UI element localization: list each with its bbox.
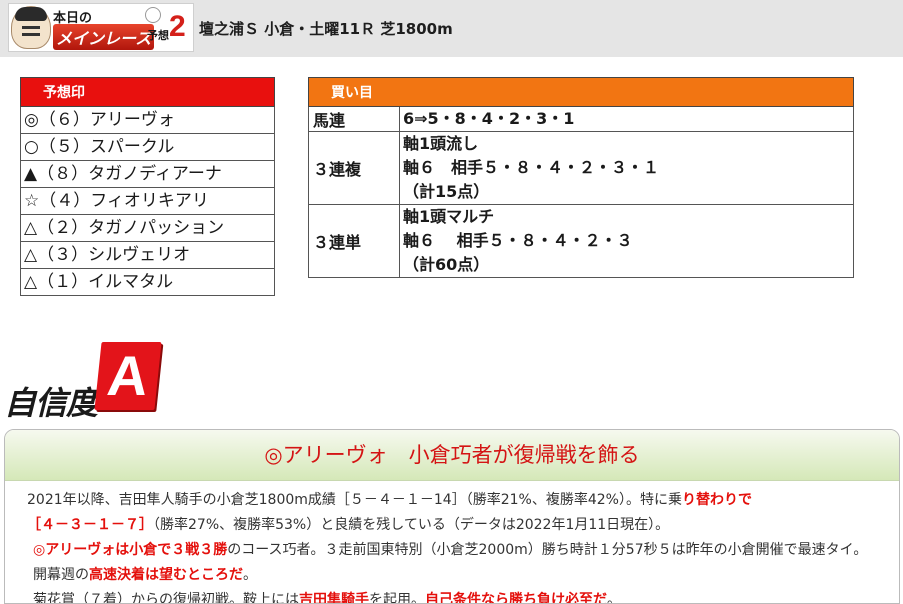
- bets-table: 買い目 馬連 6⇒5・8・4・2・3・1 ３連複 軸1頭流し 軸６ 相手５・８・…: [308, 77, 854, 278]
- bet-row-umaren: 馬連 6⇒5・8・4・2・3・1: [308, 107, 854, 132]
- logo-sub-text: 予想: [147, 29, 169, 42]
- bet-line: （計15点）: [403, 182, 490, 201]
- comment-highlight: 高速決着は望むところだ: [89, 567, 243, 583]
- prediction-row: ☆（４）フィオリキアリ: [20, 188, 275, 215]
- prediction-row: △（１）イルマタル: [20, 269, 275, 296]
- comment-paragraph: ◎アリーヴォは小倉で３戦３勝のコース巧者。３走前国東特別（小倉芝2000m）勝ち…: [27, 538, 877, 588]
- bet-line: （計60点）: [403, 255, 490, 274]
- bet-row-sanrentan: ３連単 軸1頭マルチ 軸６ 相手５・８・４・２・３ （計60点）: [308, 205, 854, 278]
- comment-text: を起用。: [369, 592, 425, 604]
- bet-row-sanrenpuku: ３連複 軸1頭流し 軸６ 相手５・８・４・２・３・１ （計15点）: [308, 132, 854, 205]
- comment-text: 。: [243, 567, 257, 583]
- analysis-comment-box: ◎アリーヴォ 小倉巧者が復帰戦を飾る 2021年以降、吉田隼人騎手の小倉芝180…: [4, 429, 900, 604]
- race-title: 壇之浦Ｓ 小倉・土曜11Ｒ 芝1800m: [199, 20, 453, 38]
- prediction-row: ◎（６）アリーヴォ: [20, 107, 275, 134]
- comment-paragraph: 2021年以降、吉田隼人騎手の小倉芝1800m成績［５－４－１－14］（勝率21…: [27, 488, 877, 538]
- prediction-marks-table: 予想印 ◎（６）アリーヴォ ○（５）スパークル ▲（８）タガノディアーナ ☆（４…: [20, 77, 275, 296]
- comment-title: ◎アリーヴォ 小倉巧者が復帰戦を飾る: [5, 430, 899, 481]
- confidence-grade: A: [94, 342, 162, 410]
- bet-type: ３連複: [309, 132, 400, 204]
- comment-highlight: 自己条件なら勝ち負け必至だ: [425, 592, 607, 604]
- logo-main-text: メインレース: [53, 24, 155, 50]
- header-bar: 本日の メインレース 予想 2 壇之浦Ｓ 小倉・土曜11Ｒ 芝1800m: [0, 0, 903, 57]
- comment-text: 2021年以降、吉田隼人騎手の小倉芝1800m成績［５－４－１－14］（勝率21…: [27, 492, 682, 508]
- confidence-label: 自信度: [4, 384, 98, 422]
- bet-detail: 軸1頭流し 軸６ 相手５・８・４・２・３・１ （計15点）: [400, 132, 853, 204]
- bet-line: 軸６ 相手５・８・４・２・３: [403, 231, 633, 250]
- bet-line: 6⇒5・8・4・2・3・1: [403, 109, 575, 128]
- comment-highlight: ◎アリーヴォは小倉で３戦３勝: [33, 542, 228, 558]
- bet-line: 軸６ 相手５・８・４・２・３・１: [403, 158, 660, 177]
- prediction-row: ○（５）スパークル: [20, 134, 275, 161]
- prediction-marks-header: 予想印: [20, 77, 275, 107]
- comment-body: 2021年以降、吉田隼人騎手の小倉芝1800m成績［５－４－１－14］（勝率21…: [5, 481, 899, 604]
- comment-text: 菊花賞（７着）からの復帰初戦。鞍上には: [33, 592, 299, 604]
- bet-type: 馬連: [309, 107, 400, 131]
- bet-line: 軸1頭マルチ: [403, 207, 495, 226]
- bet-line: 軸1頭流し: [403, 134, 479, 153]
- prediction-row: ▲（８）タガノディアーナ: [20, 161, 275, 188]
- confidence-block: 自信度 A: [4, 342, 164, 422]
- comment-text: 。: [607, 592, 621, 604]
- main-race-logo[interactable]: 本日の メインレース 予想 2: [8, 3, 194, 52]
- baseball-icon: [145, 7, 161, 23]
- bet-detail: 軸1頭マルチ 軸６ 相手５・８・４・２・３ （計60点）: [400, 205, 853, 277]
- bet-detail: 6⇒5・8・4・2・3・1: [400, 107, 853, 131]
- comment-highlight: り替わりで: [681, 492, 752, 508]
- comment-highlight: ［４－３－１－７］: [27, 517, 153, 533]
- comment-text: （勝率27%、複勝率53%）と良績を残している（データは2022年1月11日現在…: [153, 517, 670, 533]
- comment-paragraph: 菊花賞（７着）からの復帰初戦。鞍上には吉田隼騎手を起用。自己条件なら勝ち負け必至…: [27, 588, 877, 604]
- comment-highlight: 吉田隼騎手: [299, 592, 369, 604]
- prediction-row: △（２）タガノパッション: [20, 215, 275, 242]
- logo-number: 2: [169, 10, 186, 43]
- prediction-row: △（３）シルヴェリオ: [20, 242, 275, 269]
- bet-type: ３連単: [309, 205, 400, 277]
- tipster-face-icon: [11, 6, 51, 49]
- bets-header: 買い目: [308, 77, 854, 107]
